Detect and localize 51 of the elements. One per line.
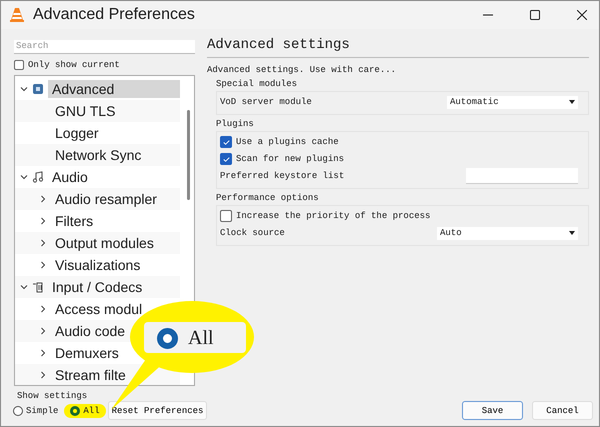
dropdown[interactable]: Auto xyxy=(437,226,578,240)
tree-item[interactable]: Audio xyxy=(48,168,92,186)
chevron-right-icon[interactable] xyxy=(39,194,47,203)
chevron-right-icon[interactable] xyxy=(39,260,47,269)
chevron-right-icon[interactable] xyxy=(39,238,47,247)
chevron-right-icon[interactable] xyxy=(39,216,47,225)
save-button[interactable]: Save xyxy=(462,401,523,420)
chevron-down-icon[interactable] xyxy=(20,84,28,93)
tree-item[interactable]: Visualizations xyxy=(51,256,144,274)
option-checkbox[interactable]: Use a plugins cache xyxy=(220,136,339,148)
dropdown-arrow-icon xyxy=(569,100,575,104)
option-checkbox[interactable]: Scan for new plugins xyxy=(220,153,344,166)
chevron-right-icon[interactable] xyxy=(39,326,47,335)
chevron-right-icon[interactable] xyxy=(39,304,47,313)
tree-item[interactable]: Filters xyxy=(51,212,98,230)
maximize-icon[interactable] xyxy=(530,10,540,20)
search-field[interactable]: Search xyxy=(14,40,195,54)
panel-description: Advanced settings. Use with care... xyxy=(207,64,398,75)
tree-item[interactable]: Logger xyxy=(51,124,103,142)
callout-label: All xyxy=(188,327,214,350)
only-show-current-checkbox[interactable]: Only show current xyxy=(14,60,195,70)
chip-icon xyxy=(32,82,44,95)
field-label: Preferred keystore list xyxy=(220,171,344,182)
group-title: Performance options xyxy=(216,192,320,203)
reset-preferences-button[interactable]: Reset Preferences xyxy=(108,401,208,420)
chevron-down-icon[interactable] xyxy=(20,282,28,291)
option-checkbox[interactable]: Increase the priority of the process xyxy=(220,210,430,222)
music-note-icon xyxy=(32,170,44,183)
chevron-down-icon[interactable] xyxy=(20,172,28,181)
tree-item[interactable]: Access modul xyxy=(51,300,146,318)
show-settings-label: Show settings xyxy=(17,391,88,401)
cone-icon xyxy=(9,6,25,23)
text-field[interactable] xyxy=(466,168,578,184)
panel-title: Advanced settings xyxy=(207,34,589,58)
group-title: Plugins xyxy=(216,118,255,129)
chevron-right-icon[interactable] xyxy=(39,370,47,379)
dropdown[interactable]: Automatic xyxy=(447,96,578,109)
field-label: VoD server module xyxy=(220,97,312,108)
tree-item[interactable]: Advanced xyxy=(48,80,180,98)
dropdown-arrow-icon xyxy=(569,231,575,236)
window-title: Advanced Preferences xyxy=(33,6,195,24)
cancel-button[interactable]: Cancel xyxy=(532,401,593,420)
radio-button[interactable]: All xyxy=(66,404,104,418)
close-icon[interactable] xyxy=(577,10,587,20)
codec-icon xyxy=(32,280,44,293)
field-label: Clock source xyxy=(220,228,285,238)
tree-item[interactable]: Demuxers xyxy=(51,344,123,362)
scrollbar-thumb[interactable] xyxy=(187,110,190,200)
group-title: Special modules xyxy=(216,78,298,89)
chevron-right-icon[interactable] xyxy=(39,348,47,357)
radio-button[interactable]: Simple xyxy=(9,404,62,418)
